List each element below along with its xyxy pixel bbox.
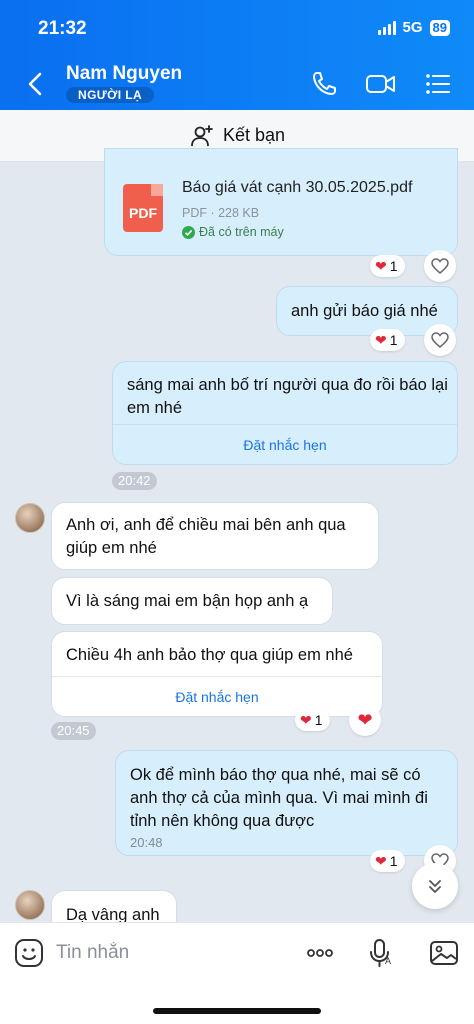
heart-icon: ❤	[375, 852, 387, 869]
avatar[interactable]	[15, 503, 45, 533]
check-circle-icon	[182, 226, 195, 239]
network-label: 5G	[402, 19, 423, 36]
message-text: sáng mai anh bố trí người qua đo rồi báo…	[127, 376, 448, 417]
pdf-icon: PDF	[123, 184, 163, 232]
scroll-to-bottom-button[interactable]	[412, 863, 458, 909]
avatar[interactable]	[15, 890, 45, 920]
message-bubble[interactable]: Anh ơi, anh để chiều mai bên anh qua giú…	[51, 502, 379, 570]
message-bubble[interactable]: Chiều 4h anh bảo thợ qua giúp em nhé Đặt…	[51, 631, 383, 717]
reaction-count[interactable]: ❤ 1	[295, 709, 330, 731]
message-input[interactable]	[56, 937, 286, 969]
battery-icon: 89	[429, 19, 450, 36]
message-timestamp: 20:42	[112, 472, 157, 490]
heart-icon: ❤	[375, 331, 387, 348]
heart-icon: ❤	[375, 257, 387, 274]
heart-filled-icon: ❤	[357, 709, 373, 730]
video-call-icon[interactable]	[364, 68, 398, 100]
heart-outline-icon	[431, 258, 449, 274]
image-picker-icon[interactable]	[428, 937, 460, 969]
voice-input-icon[interactable]: A	[364, 937, 396, 969]
signal-icon	[377, 20, 396, 35]
set-reminder-link[interactable]: Đặt nhắc hẹn	[52, 676, 382, 716]
chat-header: 21:32 5G 89 Nam Nguyen NGƯỜI LẠ	[0, 0, 474, 110]
stranger-badge: NGƯỜI LẠ	[66, 87, 155, 103]
reaction-count[interactable]: ❤ 1	[370, 329, 405, 351]
status-indicators: 5G 89	[377, 19, 450, 36]
reaction-count[interactable]: ❤ 1	[370, 850, 405, 872]
sticker-icon[interactable]	[13, 937, 45, 969]
react-heart-button[interactable]	[424, 324, 456, 356]
message-timestamp: 20:48	[130, 835, 163, 850]
heart-icon: ❤	[300, 711, 312, 728]
more-options-icon[interactable]	[304, 937, 336, 969]
heart-outline-icon	[431, 332, 449, 348]
react-heart-button[interactable]: ❤	[349, 704, 381, 736]
svg-text:A: A	[385, 956, 391, 966]
home-indicator	[153, 1008, 321, 1014]
message-text: Ok để mình báo thợ qua nhé, mai sẽ có an…	[130, 766, 428, 830]
file-message[interactable]: PDF Báo giá vát cạnh 30.05.2025.pdf PDF …	[104, 148, 458, 256]
contact-name[interactable]: Nam Nguyen	[66, 63, 182, 85]
reaction-count[interactable]: ❤ 1	[370, 255, 405, 277]
message-text: Anh ơi, anh để chiều mai bên anh qua giú…	[66, 516, 346, 557]
set-reminder-link[interactable]: Đặt nhắc hẹn	[113, 424, 457, 464]
file-download-status: Đã có trên máy	[182, 221, 284, 244]
message-bubble[interactable]: sáng mai anh bố trí người qua đo rồi báo…	[112, 361, 458, 465]
status-time: 21:32	[38, 18, 87, 39]
message-timestamp: 20:45	[51, 722, 96, 740]
phone-call-icon[interactable]	[308, 68, 342, 100]
message-text: anh gửi báo giá nhé	[291, 302, 438, 320]
double-chevron-down-icon	[429, 880, 441, 893]
message-text: Vì là sáng mai em bận họp anh ạ	[66, 592, 309, 610]
options-menu-icon[interactable]	[420, 68, 454, 100]
message-text: Chiều 4h anh bảo thợ qua giúp em nhé	[66, 646, 353, 664]
back-arrow-icon[interactable]	[22, 68, 50, 100]
message-bubble[interactable]: Ok để mình báo thợ qua nhé, mai sẽ có an…	[115, 750, 458, 856]
message-bubble[interactable]: Vì là sáng mai em bận họp anh ạ	[51, 577, 333, 625]
react-heart-button[interactable]	[424, 250, 456, 282]
add-friend-label: Kết bạn	[222, 125, 286, 145]
file-name: Báo giá vát cạnh 30.05.2025.pdf	[182, 179, 413, 196]
add-person-icon	[191, 124, 213, 146]
